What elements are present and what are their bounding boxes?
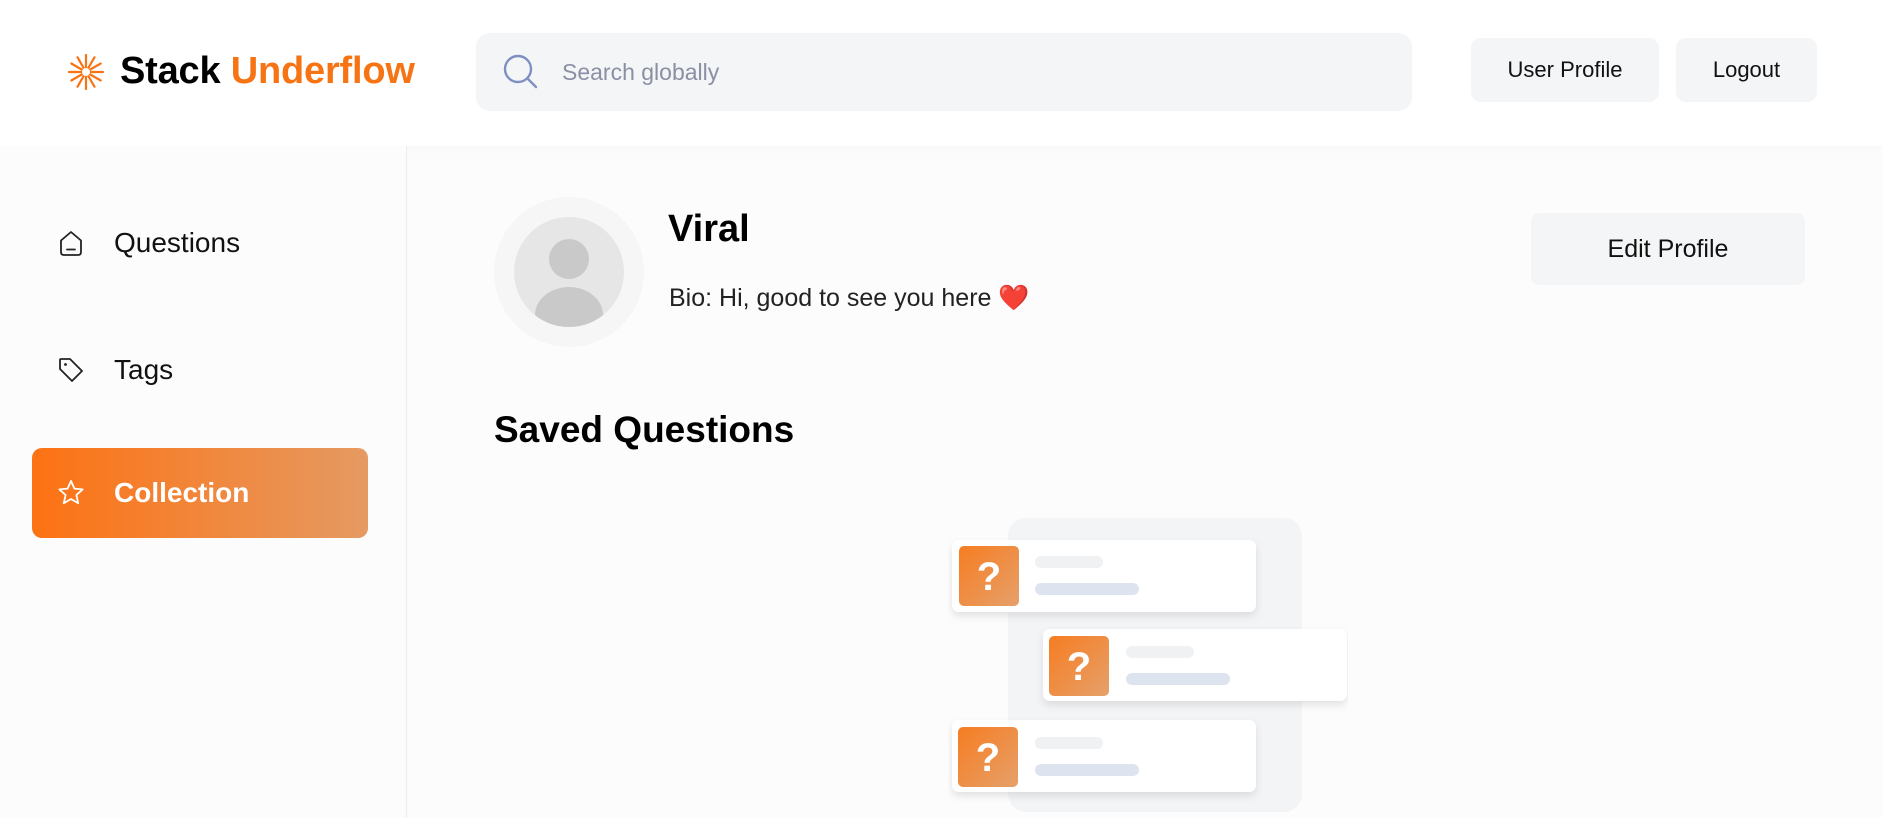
heart-icon: ❤️ [998, 284, 1030, 312]
brand-name: Stack Underflow [120, 50, 415, 93]
brand-word-stack: Stack [120, 50, 221, 92]
sidebar-item-tags[interactable]: Tags [32, 325, 368, 415]
left-sidebar: Questions Tags Collection [0, 146, 407, 818]
brand-logo[interactable]: Stack Underflow [66, 50, 415, 93]
empty-saved-questions-illustration: ? ? ? [952, 518, 1347, 812]
profile-bio-text: Bio: Hi, good to see you here [669, 284, 992, 312]
profile-name: Viral [668, 208, 750, 250]
search-input[interactable] [562, 33, 1382, 111]
sidebar-item-questions[interactable]: Questions [32, 198, 368, 288]
logout-button[interactable]: Logout [1676, 38, 1817, 102]
sidebar-item-label: Tags [114, 354, 174, 385]
default-avatar-icon [514, 217, 624, 327]
sidebar-item-collection[interactable]: Collection [32, 448, 368, 538]
profile-bio: Bio: Hi, good to see you here ❤️ [669, 284, 1030, 313]
house-icon [60, 231, 82, 256]
edit-profile-button[interactable]: Edit Profile [1531, 213, 1805, 285]
brand-word-underflow: Underflow [230, 50, 415, 92]
question-mark-icon: ? [977, 555, 1001, 599]
user-profile-button[interactable]: User Profile [1471, 38, 1659, 102]
search-icon [503, 54, 538, 89]
sidebar-item-label: Questions [114, 227, 241, 258]
question-mark-icon: ? [976, 736, 1000, 780]
saved-questions-heading: Saved Questions [494, 409, 795, 450]
sunburst-logo-icon [67, 53, 105, 90]
star-icon [58, 480, 84, 505]
sidebar-item-label: Collection [114, 477, 250, 508]
placeholder-card: ? [1043, 629, 1347, 701]
tag-icon [59, 358, 83, 382]
question-mark-icon: ? [1067, 645, 1091, 689]
placeholder-card: ? [952, 720, 1256, 792]
global-search-bar[interactable] [476, 33, 1412, 111]
avatar [494, 197, 644, 347]
placeholder-card: ? [952, 540, 1256, 612]
top-navbar: Stack Underflow User Profile Logout [0, 0, 1882, 146]
